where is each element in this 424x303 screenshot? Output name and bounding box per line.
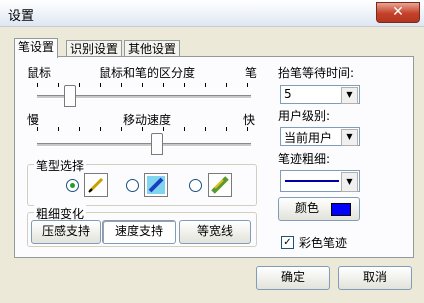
slider-slow-label: 慢 (27, 113, 40, 127)
stroke-width-label: 笔迹粗细: (278, 152, 331, 166)
marker-icon (147, 176, 165, 194)
equal-width-button[interactable]: 等宽线 (179, 220, 251, 244)
user-level-select[interactable]: 当前用户 ▼ (280, 127, 360, 146)
speed-slider-thumb[interactable] (151, 133, 163, 155)
pen-type-radio-2[interactable] (126, 179, 139, 192)
wait-time-value: 5 (284, 87, 292, 101)
slider-pen-label: 笔 (245, 66, 258, 80)
dropdown-arrow-icon[interactable]: ▼ (341, 87, 358, 104)
pen-style-2-button[interactable] (144, 173, 168, 197)
pen-icon (88, 177, 104, 193)
window-title: 设置 (8, 9, 35, 24)
user-level-label: 用户级别: (278, 109, 331, 123)
user-level-value: 当前用户 (284, 131, 333, 145)
wait-time-label: 抬笔等待时间: (278, 66, 355, 80)
dropdown-arrow-icon[interactable]: ▼ (341, 172, 358, 192)
tab-pen-settings[interactable]: 笔设置 (14, 38, 59, 58)
brush-icon (211, 176, 229, 194)
speed-support-button[interactable]: 速度支持 (102, 220, 176, 244)
wait-time-select[interactable]: 5 ▼ (280, 85, 360, 104)
dropdown-arrow-icon[interactable]: ▼ (341, 129, 358, 146)
color-label: 颜色 (295, 201, 320, 215)
title-bar: 设置 ✕ (0, 0, 424, 27)
ok-button[interactable]: 确定 (256, 266, 330, 290)
slider-mouse-label: 鼠标 (27, 66, 52, 80)
stroke-width-select[interactable]: ▼ (280, 170, 360, 192)
pen-style-3-button[interactable] (208, 173, 232, 197)
pen-type-radio-1[interactable] (66, 179, 79, 192)
color-stroke-label: 彩色笔迹 (299, 236, 348, 250)
pressure-support-button[interactable]: 压感支持 (31, 220, 101, 244)
pen-type-title: 笔型选择 (34, 157, 87, 174)
color-swatch (331, 203, 351, 216)
close-button[interactable]: ✕ (376, 2, 420, 23)
color-button[interactable]: 颜色 (278, 197, 360, 221)
slider-ticks (37, 127, 251, 131)
speed-slider-track[interactable] (37, 143, 251, 147)
pen-style-1-button[interactable] (84, 173, 108, 197)
pen-type-radio-3[interactable] (189, 179, 202, 192)
settings-dialog: 设置 ✕ 笔设置 识别设置 其他设置 鼠标 鼠标和笔的区分度 笔 慢 移动速度 … (0, 0, 424, 303)
tab-panel: 鼠标 鼠标和笔的区分度 笔 慢 移动速度 快 笔型选择 粗细变化 压感支持 速度… (14, 56, 414, 258)
slider-distinction-label: 鼠标和笔的区分度 (99, 66, 196, 80)
stroke-preview-line (285, 180, 339, 182)
distinction-slider-thumb[interactable] (64, 85, 76, 107)
pen-type-group: 笔型选择 (27, 157, 257, 206)
slider-speed-label: 移动速度 (123, 113, 172, 127)
color-stroke-checkbox[interactable]: ✓ (281, 236, 294, 249)
slider-fast-label: 快 (243, 113, 256, 127)
cancel-button[interactable]: 取消 (338, 266, 412, 290)
